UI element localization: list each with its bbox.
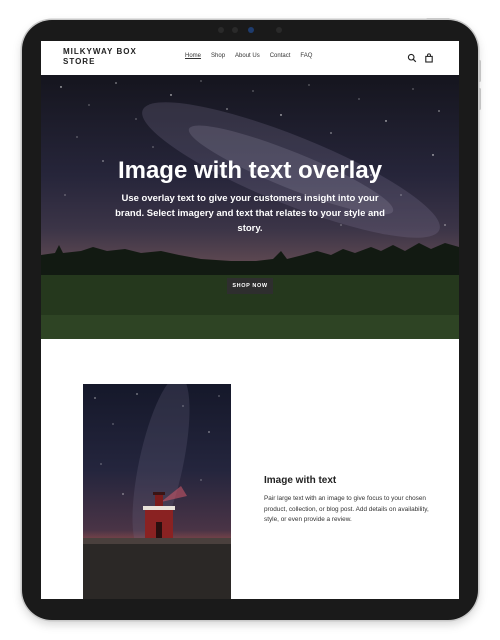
sensor-dot <box>276 27 282 33</box>
tablet-screen: MILKYWAY BOX STORE Home Shop About Us Co… <box>41 41 459 599</box>
main-nav: Home Shop About Us Contact FAQ <box>185 53 312 59</box>
nav-item-contact[interactable]: Contact <box>270 53 291 59</box>
hero-title: Image with text overlay <box>117 157 383 184</box>
sensor-dot <box>232 27 238 33</box>
camera-lens <box>248 27 254 33</box>
volume-down-button <box>478 88 481 110</box>
sensor-dot <box>218 27 224 33</box>
volume-up-button <box>478 60 481 82</box>
nav-item-shop[interactable]: Shop <box>211 53 225 59</box>
hero-description: Use overlay text to give your customers … <box>115 193 385 234</box>
lighthouse-image <box>83 384 231 599</box>
nav-item-faq[interactable]: FAQ <box>300 53 312 59</box>
site-header: MILKYWAY BOX STORE Home Shop About Us Co… <box>41 41 459 75</box>
store-logo[interactable]: MILKYWAY BOX STORE <box>63 47 153 67</box>
hero-banner: Image with text overlay Use overlay text… <box>41 75 459 339</box>
feature-title: Image with text <box>264 475 337 486</box>
shop-now-button[interactable]: SHOP NOW <box>227 278 273 294</box>
feature-description: Pair large text with an image to give fo… <box>264 495 429 523</box>
nav-item-home[interactable]: Home <box>185 53 201 59</box>
bag-icon[interactable] <box>424 53 434 63</box>
nav-item-about-us[interactable]: About Us <box>235 53 260 59</box>
lighthouse-night-photo <box>83 384 231 599</box>
search-icon[interactable] <box>407 53 417 63</box>
